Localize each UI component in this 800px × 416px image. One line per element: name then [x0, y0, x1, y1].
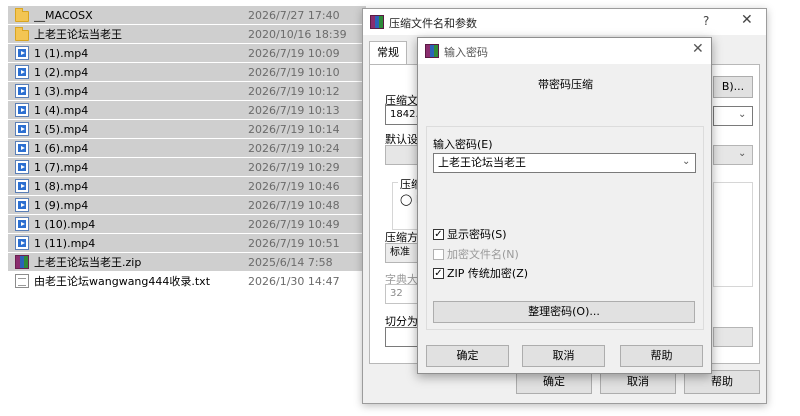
password-dialog-titlebar: 输入密码 ✕ [418, 38, 711, 64]
winrar-icon [370, 15, 384, 29]
dialog-heading: 带密码压缩 [538, 78, 593, 91]
file-name: 1 (4).mp4 [34, 103, 89, 117]
show-password-checkbox[interactable]: ✓ 显示密码(S) [433, 226, 507, 242]
tab-general[interactable]: 常规 [369, 41, 407, 65]
chevron-down-icon: ⌄ [738, 109, 747, 120]
password-dialog-title: 输入密码 [444, 46, 488, 59]
archive-dialog-titlebar: 压缩文件名和参数 ? ✕ [363, 9, 766, 35]
zip-legacy-label: ZIP 传统加密(Z) [447, 267, 529, 280]
video-icon [15, 236, 29, 250]
file-name: 1 (1).mp4 [34, 46, 89, 60]
file-date: 2026/1/30 14:47 [248, 274, 340, 288]
file-name: 1 (7).mp4 [34, 160, 89, 174]
file-name: 上老王论坛当老王 [34, 28, 122, 41]
winrar-icon [425, 44, 439, 58]
file-date: 2026/7/19 10:51 [248, 236, 340, 250]
file-row[interactable]: 1 (9).mp4 2026/7/19 10:48 [8, 196, 366, 215]
file-date: 2026/7/19 10:13 [248, 103, 340, 117]
checkbox-checked-icon: ✓ [433, 267, 444, 279]
file-row[interactable]: 1 (7).mp4 2026/7/19 10:29 [8, 158, 366, 177]
options-group [713, 182, 753, 287]
file-date: 2026/7/19 10:24 [248, 141, 340, 155]
ok-button[interactable]: 确定 [426, 345, 509, 367]
video-icon [15, 46, 29, 60]
encrypt-names-label: 加密文件名(N) [447, 248, 519, 261]
file-date: 2026/7/19 10:48 [248, 198, 340, 212]
browse-button[interactable]: B)... [713, 76, 753, 98]
file-date: 2026/7/27 17:40 [248, 8, 340, 22]
file-name: 1 (5).mp4 [34, 122, 89, 136]
txt-icon [15, 274, 29, 288]
file-row[interactable]: 1 (10).mp4 2026/7/19 10:49 [8, 215, 366, 234]
file-date: 2026/7/19 10:46 [248, 179, 340, 193]
file-list: __MACOSX 2026/7/27 17:40 上老王论坛当老王 2020/10/1… [8, 6, 366, 291]
file-row[interactable]: 1 (3).mp4 2026/7/19 10:12 [8, 82, 366, 101]
zip-icon [15, 255, 29, 269]
organize-passwords-button[interactable]: 整理密码(O)... [433, 301, 695, 323]
file-name: 上老王论坛当老王.zip [34, 256, 142, 269]
profile-combo-right[interactable] [713, 145, 753, 165]
archive-name-dropdown[interactable] [713, 106, 753, 126]
checkbox-unchecked-icon [433, 248, 444, 260]
password-dialog: 输入密码 ✕ 带密码压缩 输入密码(E) 上老王论坛当老王 ⌄ ✓ 显示密码(S… [417, 37, 712, 374]
file-date: 2025/6/14 7:58 [248, 255, 333, 269]
file-date: 2026/7/19 10:12 [248, 84, 340, 98]
encrypt-names-checkbox[interactable]: 加密文件名(N) [433, 246, 519, 262]
video-icon [15, 141, 29, 155]
file-date: 2026/7/19 10:10 [248, 65, 340, 79]
help-button[interactable]: 帮助 [620, 345, 703, 367]
file-row[interactable]: 1 (8).mp4 2026/7/19 10:46 [8, 177, 366, 196]
file-date: 2020/10/16 18:39 [248, 27, 347, 41]
file-row[interactable]: 1 (4).mp4 2026/7/19 10:13 [8, 101, 366, 120]
file-row[interactable]: 上老王论坛当老王.zip 2025/6/14 7:58 [8, 253, 366, 272]
video-icon [15, 122, 29, 136]
show-password-label: 显示密码(S) [447, 228, 507, 241]
file-row[interactable]: 1 (1).mp4 2026/7/19 10:09 [8, 44, 366, 63]
file-row[interactable]: 1 (11).mp4 2026/7/19 10:51 [8, 234, 366, 253]
video-icon [15, 103, 29, 117]
file-name: 1 (6).mp4 [34, 141, 89, 155]
split-unit-combo[interactable] [713, 327, 753, 347]
cancel-button[interactable]: 取消 [522, 345, 605, 367]
help-icon[interactable]: ? [703, 14, 709, 28]
checkbox-checked-icon: ✓ [433, 228, 444, 240]
folder-icon [15, 26, 29, 41]
video-icon [15, 179, 29, 193]
video-icon [15, 84, 29, 98]
file-row[interactable]: 1 (2).mp4 2026/7/19 10:10 [8, 63, 366, 82]
file-name: 1 (10).mp4 [34, 217, 96, 231]
video-icon [15, 198, 29, 212]
file-row[interactable]: 1 (6).mp4 2026/7/19 10:24 [8, 139, 366, 158]
file-date: 2026/7/19 10:49 [248, 217, 340, 231]
file-name: 1 (11).mp4 [34, 236, 96, 250]
file-date: 2026/7/19 10:09 [248, 46, 340, 60]
archive-dialog-title: 压缩文件名和参数 [389, 17, 477, 30]
file-row[interactable]: 上老王论坛当老王 2020/10/16 18:39 [8, 25, 366, 44]
file-name: 1 (3).mp4 [34, 84, 89, 98]
video-icon [15, 65, 29, 79]
file-row[interactable]: 由老王论坛wangwang444收录.txt 2026/1/30 14:47 [8, 272, 366, 291]
file-name: __MACOSX [34, 8, 93, 22]
file-date: 2026/7/19 10:29 [248, 160, 340, 174]
file-name: 1 (2).mp4 [34, 65, 89, 79]
folder-icon [15, 7, 29, 22]
zip-legacy-checkbox[interactable]: ✓ ZIP 传统加密(Z) [433, 265, 528, 281]
file-row[interactable]: 1 (5).mp4 2026/7/19 10:14 [8, 120, 366, 139]
chevron-down-icon[interactable]: ⌄ [682, 156, 690, 167]
password-label: 输入密码(E) [433, 138, 493, 151]
video-icon [15, 217, 29, 231]
chevron-down-icon: ⌄ [738, 148, 747, 159]
video-icon [15, 160, 29, 174]
file-name: 1 (8).mp4 [34, 179, 89, 193]
file-name: 由老王论坛wangwang444收录.txt [34, 275, 211, 288]
close-icon[interactable]: ✕ [741, 12, 753, 28]
file-name: 1 (9).mp4 [34, 198, 89, 212]
file-row[interactable]: __MACOSX 2026/7/27 17:40 [8, 6, 366, 25]
file-date: 2026/7/19 10:14 [248, 122, 340, 136]
password-input[interactable]: 上老王论坛当老王 [433, 153, 696, 173]
close-icon[interactable]: ✕ [692, 41, 704, 57]
